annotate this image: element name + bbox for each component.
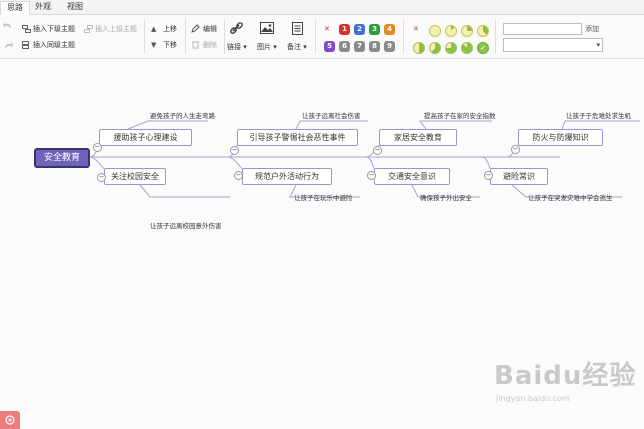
toolbar-divider [315, 19, 316, 54]
move-down-button[interactable]: 下移 [163, 40, 177, 50]
watermark-logo: Baidu经验 [494, 361, 637, 391]
topic-node[interactable]: 交通安全意识 [374, 168, 450, 185]
topic-node[interactable]: 援助孩子心理建设 [99, 129, 192, 146]
pencil-icon [191, 24, 200, 33]
topic-node[interactable]: 关注校园安全 [104, 168, 166, 185]
priority-8-icon[interactable]: 8 [369, 41, 380, 52]
trash-icon [192, 41, 199, 49]
chevron-down-icon: ▾ [273, 43, 277, 51]
priority-4-icon[interactable]: 4 [384, 24, 395, 35]
chevron-down-icon: ▾ [243, 43, 247, 51]
progress-0-icon[interactable] [429, 25, 441, 37]
priority-1-icon[interactable]: 1 [339, 24, 350, 35]
add-resource-button[interactable]: 添加 [585, 24, 599, 34]
subtopic-node[interactable]: 让孩子远离社会伤害 [302, 112, 361, 121]
priority-9-icon[interactable]: 9 [384, 41, 395, 52]
subtopic-node[interactable]: 避免孩子的人生走弯路 [150, 112, 215, 121]
root-topic[interactable]: 安全教育 [34, 148, 90, 168]
link-icon [230, 22, 243, 34]
remove-priority-icon[interactable]: ✕ [324, 24, 330, 34]
tab-appearance[interactable]: 外观 [35, 1, 51, 14]
subtopic-node[interactable]: 让孩子于危难处求生机 [566, 112, 631, 121]
topic-node[interactable]: 避险常识 [490, 168, 548, 185]
progress-done-icon[interactable]: ✓ [477, 42, 489, 54]
tab-ideas[interactable]: 思路 [0, 1, 30, 16]
collapse-toggle-icon[interactable]: − [511, 145, 520, 154]
resource-list[interactable]: ▾ [503, 38, 603, 52]
resource-input[interactable] [503, 23, 582, 35]
subtopic-node[interactable]: 让孩子在玩乐中避险 [294, 194, 353, 203]
redo-icon[interactable] [3, 41, 13, 50]
topic-node[interactable]: 防火与防爆知识 [518, 129, 603, 146]
note-icon [292, 22, 303, 35]
subtopic-node[interactable]: 确保孩子外出安全 [420, 194, 472, 203]
insert-parent-icon [84, 25, 93, 33]
topic-node[interactable]: 家居安全教育 [379, 129, 457, 146]
priority-7-icon[interactable]: 7 [354, 41, 365, 52]
insert-child-icon [22, 25, 31, 33]
tab-view[interactable]: 视图 [67, 1, 83, 14]
topic-node[interactable]: 引导孩子警惕社会恶性事件 [237, 129, 358, 146]
remove-progress-icon[interactable]: ✕ [413, 24, 419, 34]
progress-3-icon[interactable] [477, 25, 489, 37]
zoom-icon [5, 415, 15, 425]
progress-1-icon[interactable] [445, 25, 457, 37]
progress-2-icon[interactable] [461, 25, 473, 37]
edit-button[interactable]: 编辑 [203, 24, 217, 34]
toolbar-divider [403, 19, 404, 54]
progress-6-icon[interactable] [445, 42, 457, 54]
toolbar-divider [185, 19, 186, 54]
priority-3-icon[interactable]: 3 [369, 24, 380, 35]
toolbar: 插入下级主题 插入上级主题 插入同级主题 ▲ 上移 ▼ 下移 编辑 删除 链接 … [0, 15, 644, 59]
undo-icon[interactable] [3, 21, 13, 30]
progress-4-icon[interactable] [413, 42, 425, 54]
priority-5-icon[interactable]: 5 [324, 41, 335, 52]
toolbar-divider [144, 19, 145, 54]
insert-parent-button[interactable]: 插入上级主题 [95, 24, 137, 34]
priority-6-icon[interactable]: 6 [339, 41, 350, 52]
navigator-button[interactable] [0, 411, 20, 429]
toolbar-divider [495, 19, 496, 54]
insert-sibling-icon [22, 41, 29, 49]
delete-button[interactable]: 删除 [203, 40, 217, 50]
collapse-toggle-icon[interactable]: − [93, 143, 102, 152]
collapse-toggle-icon[interactable]: − [234, 171, 243, 180]
collapse-toggle-icon[interactable]: − [230, 146, 239, 155]
image-button[interactable]: 图片 ▾ [257, 42, 277, 52]
insert-sibling-button[interactable]: 插入同级主题 [33, 40, 75, 50]
tab-bar: 思路 外观 视图 [0, 0, 644, 16]
collapse-toggle-icon[interactable]: − [367, 171, 376, 180]
collapse-toggle-icon[interactable]: − [484, 171, 493, 180]
link-button[interactable]: 链接 ▾ [227, 42, 247, 52]
link-label: 链接 [227, 43, 241, 51]
note-button[interactable]: 备注 ▾ [287, 42, 307, 52]
image-label: 图片 [257, 43, 271, 51]
move-up-button[interactable]: 上移 [163, 24, 177, 34]
subtopic-node[interactable]: 提高孩子在家的安全指数 [424, 112, 496, 121]
progress-5-icon[interactable] [429, 42, 441, 54]
watermark-url: jingyan.baidu.com [496, 394, 570, 403]
toolbar-divider [224, 19, 225, 54]
insert-child-button[interactable]: 插入下级主题 [33, 24, 75, 34]
collapse-toggle-icon[interactable]: − [373, 146, 382, 155]
arrow-down-icon: ▼ [151, 41, 157, 49]
note-label: 备注 [287, 43, 301, 51]
mindmap-canvas[interactable]: 安全教育 援助孩子心理建设 关注校园安全 引导孩子警惕社会恶性事件 规范户外活动… [0, 59, 644, 429]
subtopic-node[interactable]: 让孩子在突发灾难中学会逃生 [528, 194, 613, 203]
progress-7-icon[interactable] [461, 42, 473, 54]
arrow-up-icon: ▲ [151, 25, 157, 33]
topic-node[interactable]: 规范户外活动行为 [242, 168, 332, 185]
collapse-toggle-icon[interactable]: − [97, 173, 106, 182]
subtopic-node[interactable]: 让孩子远离校园意外伤害 [150, 222, 222, 231]
chevron-down-icon: ▾ [303, 43, 307, 51]
chevron-down-icon: ▾ [596, 41, 600, 49]
priority-2-icon[interactable]: 2 [354, 24, 365, 35]
image-icon [260, 22, 274, 34]
